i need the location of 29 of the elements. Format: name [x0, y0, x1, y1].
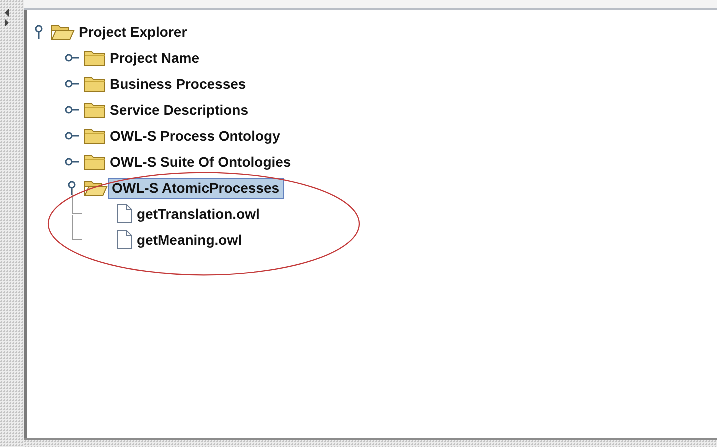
folder-tree-item[interactable]: Project Explorer [75, 22, 192, 42]
open-folder-icon [84, 179, 108, 197]
folder-icon [84, 127, 106, 145]
tree-connector-line [72, 215, 82, 240]
folder-icon [84, 153, 106, 171]
open-folder-icon [51, 23, 75, 41]
file-icon [117, 204, 133, 224]
expanded-handle-icon[interactable] [67, 181, 77, 195]
folder-tree-item[interactable]: Business Processes [106, 74, 250, 94]
folder-tree-item[interactable]: OWL-S Suite Of Ontologies [106, 152, 296, 172]
file-icon [117, 230, 133, 250]
folder-tree-item[interactable]: OWL-S Process Ontology [106, 126, 284, 146]
folder-tree-item[interactable]: Project Name [106, 48, 204, 68]
folder-tree-item[interactable]: Service Descriptions [106, 100, 253, 120]
collapsed-handle-icon[interactable] [65, 157, 79, 167]
collapsed-handle-icon[interactable] [65, 131, 79, 141]
folder-icon [84, 75, 106, 93]
splitter-arrows-icon[interactable] [3, 8, 11, 28]
expanded-handle-icon[interactable] [34, 25, 44, 39]
file-tree-item[interactable]: getTranslation.owl [133, 204, 264, 224]
collapsed-handle-icon[interactable] [65, 53, 79, 63]
file-tree-item[interactable]: getMeaning.owl [133, 230, 246, 250]
folder-icon [84, 49, 106, 67]
folder-icon [84, 101, 106, 119]
folder-tree-item[interactable]: OWL-S AtomicProcesses [108, 178, 284, 198]
collapsed-handle-icon[interactable] [65, 79, 79, 89]
collapsed-handle-icon[interactable] [65, 105, 79, 115]
splitter-bar[interactable] [24, 438, 717, 447]
tree-connector-line [72, 189, 82, 214]
